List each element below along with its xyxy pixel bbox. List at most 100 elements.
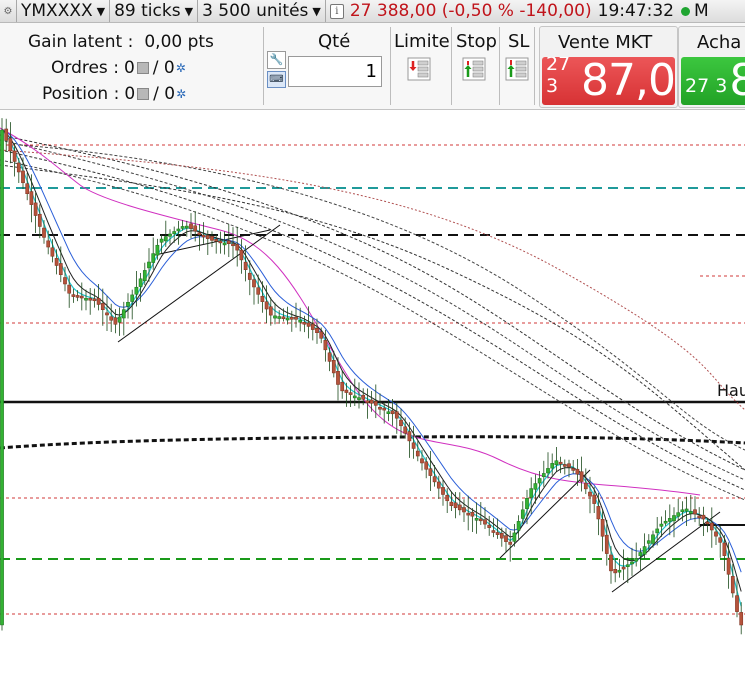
candle-body <box>520 509 525 519</box>
trend-lines <box>117 224 721 593</box>
candle-body <box>54 258 59 266</box>
candle-body <box>155 244 160 256</box>
candle-body <box>159 238 164 243</box>
candle-body <box>319 331 324 339</box>
buy-price-big: 8 <box>729 57 745 105</box>
stop-limit-order-icon[interactable] <box>505 57 529 81</box>
candle-body <box>348 392 353 395</box>
candle-body <box>428 468 433 476</box>
candle-body <box>613 569 618 574</box>
candle-body <box>4 128 9 141</box>
candle-body <box>109 316 114 321</box>
candle-body <box>323 340 328 351</box>
candle-body <box>79 295 84 299</box>
candle-body <box>478 518 483 522</box>
candle-body <box>147 261 151 269</box>
buy-market-button[interactable]: 27 3 8 <box>681 57 745 105</box>
unit-label: 3 500 unités <box>202 1 309 21</box>
candle-body <box>386 411 391 414</box>
candle-body <box>550 463 555 469</box>
chart-canvas[interactable] <box>0 110 745 673</box>
candle-body <box>735 595 739 612</box>
orders-gear-icon[interactable]: ✲ <box>176 61 186 75</box>
price-chart[interactable]: Hau <box>0 110 745 673</box>
candle-body <box>474 518 479 521</box>
candle-body <box>239 249 244 261</box>
candle-body <box>138 278 143 287</box>
candle-body <box>575 468 580 475</box>
candle-body <box>193 225 198 232</box>
candle-body <box>739 612 744 626</box>
divider <box>499 27 500 105</box>
orders-total: / 0 <box>152 58 175 78</box>
stop-order-icon[interactable] <box>462 57 486 81</box>
candle-body <box>361 394 366 400</box>
gain-label: Gain latent : <box>28 32 134 52</box>
keyboard-icon[interactable]: ⌨ <box>267 71 286 88</box>
candle-body <box>390 410 395 415</box>
candle-body <box>554 460 559 466</box>
candle-body <box>268 306 273 316</box>
candle-body <box>67 284 72 294</box>
candle-body <box>697 515 702 519</box>
candle-body <box>88 297 93 301</box>
quantity-input[interactable] <box>288 56 382 87</box>
candle-body <box>344 389 349 393</box>
symbol-selector[interactable]: YMXXXX ▼ <box>17 0 111 22</box>
sell-title: Vente MKT <box>558 32 653 53</box>
settings-gear-icon[interactable]: ⚙ <box>0 0 17 22</box>
wrench-icon[interactable]: 🔧 <box>267 51 286 69</box>
candle-body <box>294 316 298 320</box>
candle-body <box>281 316 286 319</box>
candle-body <box>714 531 718 537</box>
candle-body <box>273 315 277 319</box>
cancel-orders-icon[interactable]: x <box>136 62 149 74</box>
candle-body <box>176 228 181 232</box>
candle-body <box>655 528 660 534</box>
candle-body <box>592 494 597 504</box>
candle-body <box>399 419 403 427</box>
limit-order-icon[interactable] <box>407 57 431 81</box>
candle-body <box>285 317 290 321</box>
buy-title: Acha <box>697 32 742 53</box>
unit-selector[interactable]: 3 500 unités ▼ <box>198 0 326 22</box>
long-average-line <box>0 435 745 450</box>
candle-body <box>646 540 651 544</box>
candle-body <box>92 298 97 302</box>
candle-body <box>33 202 38 216</box>
candle-body <box>298 319 303 323</box>
candle-body <box>168 233 172 237</box>
interval-selector[interactable]: 89 ticks ▼ <box>110 0 199 22</box>
candle-body <box>420 458 424 464</box>
candle-body <box>378 406 382 410</box>
buy-market-panel: Acha 27 3 8 <box>678 26 745 108</box>
top-toolbar: ⚙ YMXXXX ▼ 89 ticks ▼ 3 500 unités ▼ i 2… <box>0 0 745 23</box>
candle-body <box>63 277 67 285</box>
candle-body <box>432 476 437 483</box>
candle-body <box>382 407 387 411</box>
divider <box>390 27 391 105</box>
candle-body <box>600 519 605 537</box>
info-icon[interactable]: i <box>329 3 344 19</box>
candle-body <box>163 236 168 242</box>
sell-market-button[interactable]: 27 3 87,0 <box>542 57 675 105</box>
candle-body <box>730 576 735 594</box>
close-position-icon[interactable]: x <box>137 88 150 100</box>
candle-body <box>533 483 538 490</box>
candle-body <box>126 302 130 307</box>
candle-body <box>583 482 588 490</box>
position-gear-icon[interactable]: ✲ <box>176 87 186 101</box>
candle-body <box>201 234 206 238</box>
candle-body <box>436 481 441 489</box>
gain-value: 0,00 pts <box>144 32 214 52</box>
price-change-text: 27 388,00 (-0,50 % -140,00) <box>349 1 592 21</box>
candle-body <box>310 323 315 330</box>
candle-body <box>130 294 135 302</box>
position-total: / 0 <box>153 84 176 104</box>
candle-body <box>621 566 626 570</box>
candle-body <box>306 322 311 327</box>
quote-strip: i 27 388,00 (-0,50 % -140,00) 19:47:32 M <box>326 0 713 22</box>
candle-body <box>659 523 664 527</box>
buy-price-small: 27 3 <box>685 75 728 97</box>
position-stats: Gain latent : 0,00 pts Ordres : 0 x / 0 … <box>0 23 262 109</box>
